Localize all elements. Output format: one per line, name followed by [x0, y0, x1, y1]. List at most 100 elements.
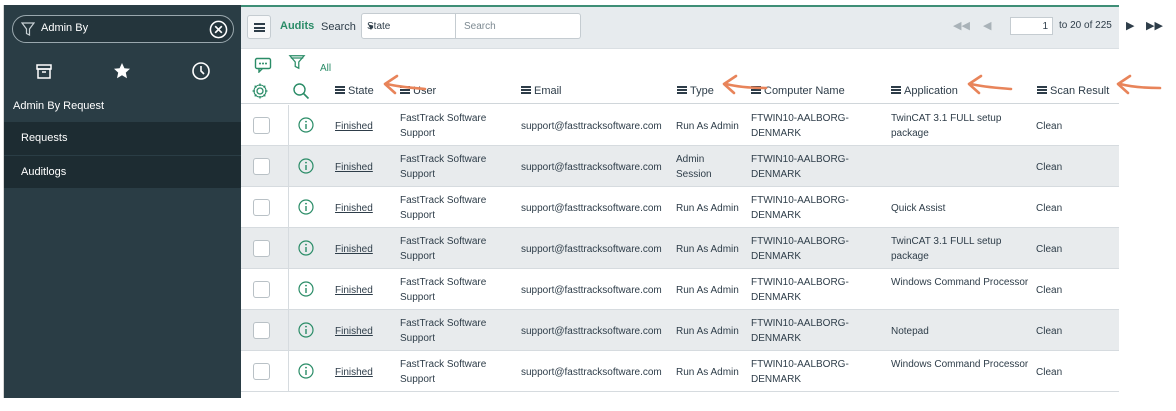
tab-history[interactable]	[191, 61, 211, 81]
info-icon[interactable]	[298, 240, 314, 256]
clear-filter-icon[interactable]	[209, 20, 228, 39]
info-icon[interactable]	[298, 322, 314, 338]
column-header-email[interactable]: Email	[521, 85, 562, 97]
column-label: State	[348, 85, 374, 97]
archive-icon	[36, 64, 52, 79]
table-row: Finished FastTrack Software Support supp…	[241, 310, 1119, 351]
last-page-icon[interactable]: ▶▶	[1146, 19, 1163, 32]
row-checkbox[interactable]	[253, 322, 270, 339]
column-label: Type	[690, 85, 714, 97]
state-link[interactable]: Finished	[335, 119, 373, 134]
application-cell: TwinCAT 3.1 FULL setup package	[891, 113, 1002, 139]
state-link[interactable]: Finished	[335, 283, 373, 298]
row-checkbox[interactable]	[253, 281, 270, 298]
tab-favorites[interactable]	[112, 61, 132, 81]
annotation-arrow-icon	[383, 74, 427, 95]
email-cell: support@fasttracksoftware.com	[521, 203, 662, 214]
state-link[interactable]: Finished	[335, 201, 373, 216]
email-cell: support@fasttracksoftware.com	[521, 162, 662, 173]
column-divider	[288, 187, 289, 228]
speech-bubble-icon[interactable]	[254, 57, 272, 73]
state-link[interactable]: Finished	[335, 365, 373, 380]
row-checkbox[interactable]	[253, 158, 270, 175]
search-icon[interactable]	[292, 82, 310, 100]
column-menu-icon[interactable]	[335, 86, 345, 94]
scan-result-cell: Clean	[1036, 326, 1063, 337]
table-row: Finished FastTrack Software Support supp…	[241, 228, 1119, 269]
application-cell: TwinCAT 3.1 FULL setup package	[891, 236, 1002, 262]
state-link[interactable]: Finished	[335, 324, 373, 339]
column-label: Computer Name	[764, 85, 845, 97]
column-divider	[288, 146, 289, 187]
previous-page-icon[interactable]: ◀	[983, 19, 991, 32]
search-input[interactable]	[456, 13, 581, 39]
tab-all-applications[interactable]	[34, 61, 54, 81]
info-icon[interactable]	[298, 158, 314, 174]
column-menu-icon[interactable]	[677, 86, 687, 94]
type-cell: Run As Admin	[676, 326, 739, 337]
table-row: Finished FastTrack Software Support supp…	[241, 105, 1119, 146]
column-header-state[interactable]: State	[335, 85, 374, 97]
column-divider	[288, 351, 289, 392]
column-label: Application	[904, 85, 958, 97]
search-label: Search	[321, 21, 356, 33]
application-title[interactable]: Admin By Request	[4, 92, 241, 122]
table-row: Finished FastTrack Software Support supp…	[241, 351, 1119, 392]
star-icon	[114, 63, 130, 79]
computer-name-cell: FTWIN10-AALBORG-DENMARK	[751, 318, 849, 344]
annotation-arrow-icon	[967, 74, 1013, 95]
info-icon[interactable]	[298, 199, 314, 215]
state-link[interactable]: Finished	[335, 242, 373, 257]
module-requests[interactable]: Requests	[4, 122, 241, 155]
column-label: Scan Result	[1050, 85, 1110, 97]
application-cell: Windows Command Processor	[891, 277, 1029, 288]
email-cell: support@fasttracksoftware.com	[521, 367, 662, 378]
info-icon[interactable]	[298, 281, 314, 297]
header-accent-line	[241, 5, 1119, 7]
user-cell: FastTrack Software Support	[400, 154, 487, 180]
table-row: Finished FastTrack Software Support supp…	[241, 146, 1119, 187]
scan-result-cell: Clean	[1036, 121, 1063, 132]
computer-name-cell: FTWIN10-AALBORG-DENMARK	[751, 277, 849, 303]
chevron-down-icon: ▼	[367, 23, 375, 32]
email-cell: support@fasttracksoftware.com	[521, 121, 662, 132]
search-field-select[interactable]: State ▼	[361, 13, 456, 39]
user-cell: FastTrack Software Support	[400, 359, 487, 385]
row-checkbox[interactable]	[253, 199, 270, 216]
column-header-scan-result[interactable]: Scan Result	[1037, 85, 1109, 97]
filter-icon[interactable]	[288, 54, 306, 70]
scan-result-cell: Clean	[1036, 285, 1063, 296]
navigator-filter[interactable]: Admin By	[12, 15, 234, 43]
column-menu-icon[interactable]	[521, 86, 531, 94]
scan-result-cell: Clean	[1036, 367, 1063, 378]
info-icon[interactable]	[298, 363, 314, 379]
state-link[interactable]: Finished	[335, 160, 373, 175]
table-row: Finished FastTrack Software Support supp…	[241, 269, 1119, 310]
page-range-text: to 20 of 225	[1059, 20, 1112, 31]
page-number-input[interactable]	[1010, 17, 1053, 35]
breadcrumb-all[interactable]: All	[320, 63, 331, 74]
column-divider	[288, 269, 289, 310]
type-cell: Run As Admin	[676, 121, 739, 132]
table-row: Finished FastTrack Software Support supp…	[241, 187, 1119, 228]
module-auditlogs[interactable]: Auditlogs	[4, 155, 241, 188]
user-cell: FastTrack Software Support	[400, 277, 487, 303]
column-header-type[interactable]: Type	[677, 85, 714, 97]
scan-result-cell: Clean	[1036, 203, 1063, 214]
column-menu-icon[interactable]	[891, 86, 901, 94]
application-cell: Windows Command Processor	[891, 359, 1029, 370]
next-page-icon[interactable]: ▶	[1126, 19, 1134, 32]
list-menu-button[interactable]	[247, 15, 271, 39]
gear-icon[interactable]	[251, 82, 269, 100]
row-checkbox[interactable]	[253, 117, 270, 134]
type-cell: Run As Admin	[676, 203, 739, 214]
first-page-icon[interactable]: ◀◀	[953, 19, 970, 32]
info-icon[interactable]	[298, 117, 314, 133]
navigation-sidebar: Admin By Admin By Request Requests Audit…	[4, 5, 241, 398]
column-header-application[interactable]: Application	[891, 85, 958, 97]
filter-input-value[interactable]: Admin By	[41, 22, 88, 34]
computer-name-cell: FTWIN10-AALBORG-DENMARK	[751, 359, 849, 385]
column-menu-icon[interactable]	[1037, 86, 1047, 94]
row-checkbox[interactable]	[253, 240, 270, 257]
row-checkbox[interactable]	[253, 363, 270, 380]
